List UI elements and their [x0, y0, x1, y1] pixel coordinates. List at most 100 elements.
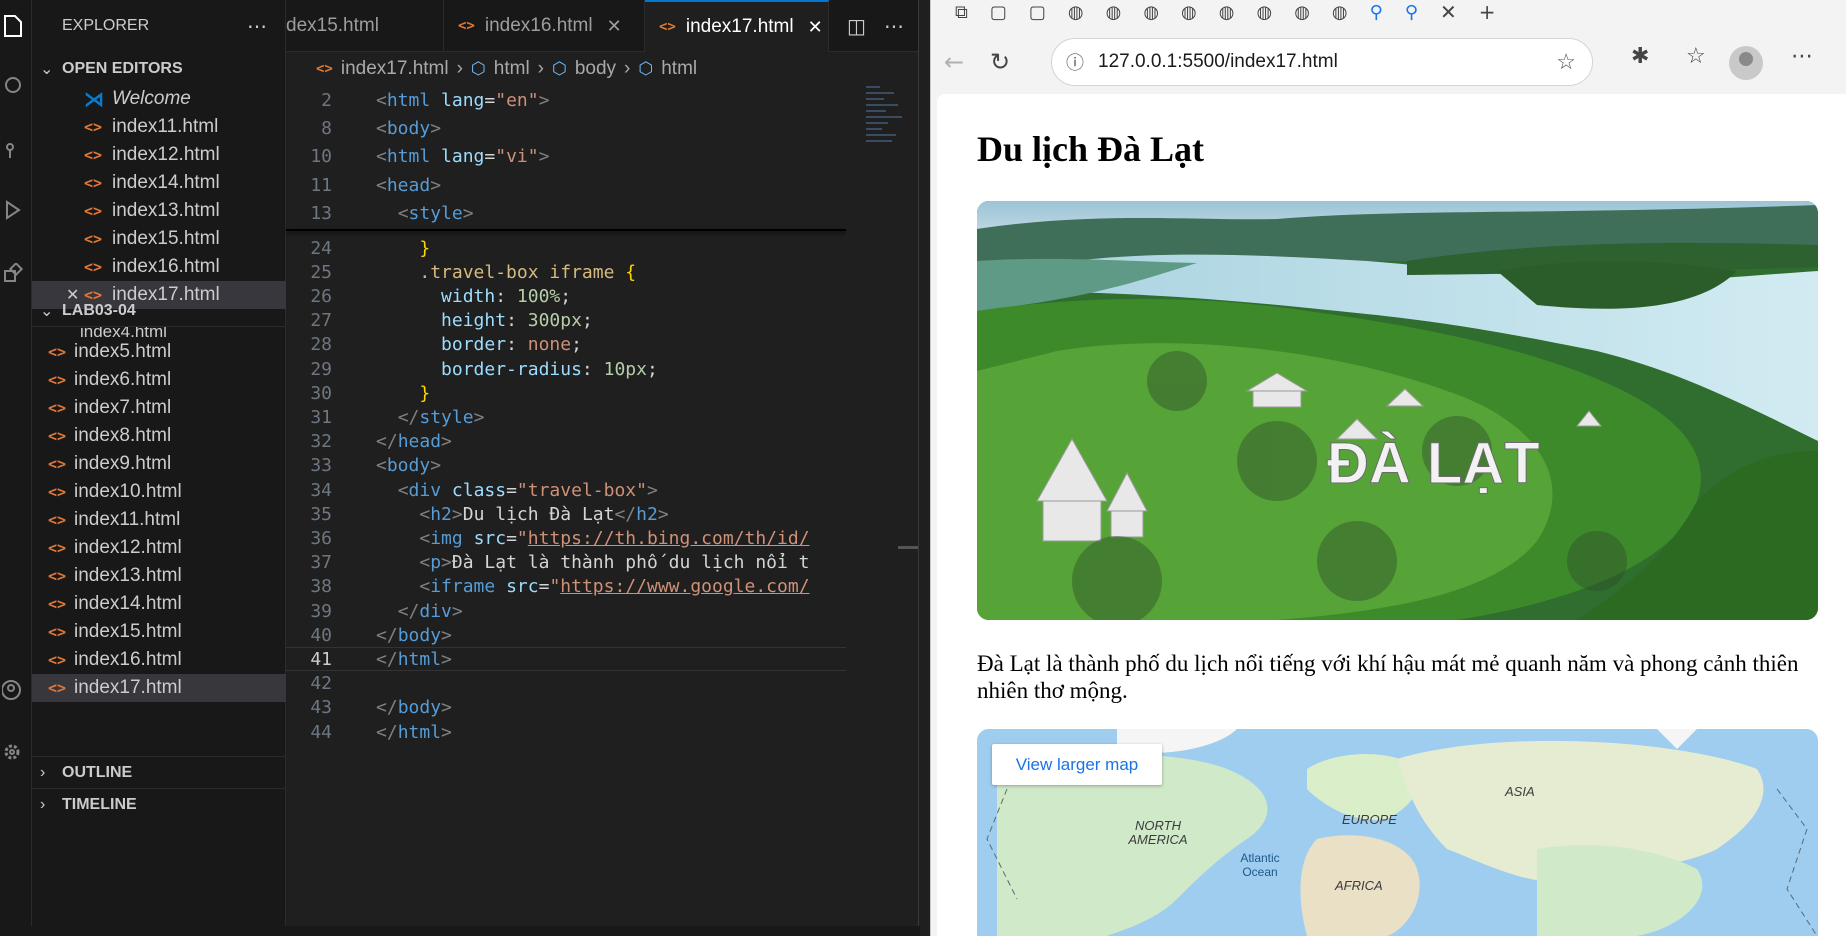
search-tab-icon[interactable]: ⚲: [1405, 2, 1418, 23]
code-line[interactable]: 32 </head>: [286, 430, 846, 454]
close-tab-icon[interactable]: ✕: [1440, 0, 1457, 24]
file-item[interactable]: <> index10.html: [32, 478, 286, 506]
timeline-section[interactable]: › TIMELINE: [32, 788, 286, 820]
code-line[interactable]: 28 border: none;: [286, 333, 846, 357]
more-menu-icon[interactable]: ⋯: [1791, 44, 1813, 69]
code-line[interactable]: 11 <head>: [286, 171, 846, 199]
tab-page-icon[interactable]: ▢: [1029, 2, 1046, 23]
close-icon[interactable]: ✕: [808, 17, 823, 38]
file-item[interactable]: <> index15.html: [32, 618, 286, 646]
code-line[interactable]: 40 </body>: [286, 623, 846, 647]
open-editor-item[interactable]: <> index13.html: [32, 197, 286, 225]
globe-icon[interactable]: ◍: [1294, 2, 1310, 23]
embedded-map[interactable]: View larger map ASIA EUROPE NORTH AMERIC…: [977, 729, 1818, 936]
file-item[interactable]: <> index11.html: [32, 506, 286, 534]
globe-icon[interactable]: ◍: [1106, 2, 1122, 23]
outline-section[interactable]: › OUTLINE: [32, 756, 286, 788]
code-line[interactable]: 10 <html lang="vi">: [286, 143, 846, 171]
code-line[interactable]: 26 width: 100%;: [286, 284, 846, 308]
open-editors-section[interactable]: ⌄ OPEN EDITORS: [32, 53, 286, 85]
code-line[interactable]: 43 </body>: [286, 696, 846, 720]
split-editor-icon[interactable]: ◫: [847, 14, 866, 38]
globe-icon[interactable]: ◍: [1143, 2, 1159, 23]
open-editor-item[interactable]: <> index16.html: [32, 253, 286, 281]
code-line[interactable]: 44 </html>: [286, 720, 846, 744]
code-line[interactable]: 13 <style>: [286, 200, 846, 228]
code-line[interactable]: 41 </html>: [286, 647, 846, 672]
profile-avatar[interactable]: [1729, 46, 1763, 80]
breadcrumb-item[interactable]: html: [494, 58, 530, 80]
breadcrumb-item[interactable]: body: [575, 58, 616, 80]
files-icon[interactable]: [0, 6, 32, 46]
file-item[interactable]: <> index17.html: [32, 674, 286, 702]
window-splitter[interactable]: [918, 0, 930, 936]
code-line[interactable]: 31 </style>: [286, 405, 846, 429]
settings-gear-icon[interactable]: [0, 732, 32, 772]
minimap[interactable]: [846, 86, 906, 846]
globe-icon[interactable]: ◍: [1181, 2, 1197, 23]
run-debug-icon[interactable]: [0, 190, 32, 230]
scrollbar[interactable]: [898, 546, 918, 549]
address-bar[interactable]: ⓘ 127.0.0.1:5500/index17.html ☆: [1051, 38, 1593, 86]
code-line[interactable]: 27 height: 300px;: [286, 309, 846, 333]
open-editor-item[interactable]: <> index14.html: [32, 169, 286, 197]
code-line[interactable]: 2 <html lang="en">: [286, 86, 846, 114]
refresh-icon[interactable]: ↻: [979, 48, 1021, 76]
open-editor-item[interactable]: <> index11.html: [32, 113, 286, 141]
file-item[interactable]: <> index7.html: [32, 394, 286, 422]
code-line[interactable]: 33 <body>: [286, 454, 846, 478]
source-control-icon[interactable]: [0, 130, 32, 170]
code-line[interactable]: 36 <img src="https://th.bing.com/th/id/: [286, 526, 846, 550]
more-actions-icon[interactable]: ⋯: [884, 14, 904, 38]
code-line[interactable]: 30 }: [286, 381, 846, 405]
file-item[interactable]: <> index12.html: [32, 534, 286, 562]
close-icon[interactable]: ✕: [607, 16, 622, 37]
globe-icon[interactable]: ◍: [1332, 2, 1348, 23]
code-line[interactable]: 39 </div>: [286, 599, 846, 623]
code-area[interactable]: 2 <html lang="en"> 8 <body> 10 <html lang="vi…: [286, 86, 846, 846]
tab-actions-icon[interactable]: ⧉: [955, 2, 968, 23]
globe-icon[interactable]: ◍: [1256, 2, 1272, 23]
new-tab-icon[interactable]: +: [1479, 0, 1496, 24]
more-actions-icon[interactable]: ⋯: [247, 14, 267, 39]
view-larger-map-link[interactable]: View larger map: [992, 744, 1162, 785]
favorite-star-icon[interactable]: ☆: [1556, 49, 1576, 75]
code-line[interactable]: 29 border-radius: 10px;: [286, 357, 846, 381]
search-tab-icon[interactable]: ⚲: [1370, 2, 1383, 23]
extensions-puzzle-icon[interactable]: ✱: [1631, 44, 1649, 69]
code-line[interactable]: 35 <h2>Du lịch Đà Lạt</h2>: [286, 502, 846, 526]
tab-index15[interactable]: dex15.html: [286, 0, 444, 52]
globe-icon[interactable]: ◍: [1219, 2, 1235, 23]
file-item[interactable]: <> index13.html: [32, 562, 286, 590]
account-icon[interactable]: [0, 670, 32, 710]
open-editor-item[interactable]: <> index15.html: [32, 225, 286, 253]
open-editor-item[interactable]: <> index12.html: [32, 141, 286, 169]
code-line[interactable]: 24 }: [286, 236, 846, 260]
tab-index17[interactable]: <> index17.html ✕: [645, 0, 829, 52]
open-editor-item[interactable]: ⋊ Welcome: [32, 85, 286, 113]
breadcrumb-item[interactable]: index17.html: [341, 58, 449, 80]
extensions-icon[interactable]: [0, 254, 32, 294]
site-info-icon[interactable]: ⓘ: [1052, 49, 1098, 75]
code-line[interactable]: 37 <p>Đà Lạt là thành phố du lịch nổi t: [286, 551, 846, 575]
file-item[interactable]: <> index9.html: [32, 450, 286, 478]
breadcrumb-item[interactable]: html: [661, 58, 697, 80]
file-item[interactable]: <> index14.html: [32, 590, 286, 618]
search-icon[interactable]: [0, 66, 32, 106]
tab-page-icon[interactable]: ▢: [990, 2, 1007, 23]
file-item[interactable]: <> index8.html: [32, 422, 286, 450]
folder-section[interactable]: ⌄ LAB03-04: [32, 295, 286, 327]
code-line[interactable]: 8 <body>: [286, 114, 846, 142]
file-item-partial[interactable]: index4.html: [32, 327, 286, 337]
globe-icon[interactable]: ◍: [1068, 2, 1084, 23]
file-item[interactable]: <> index5.html: [32, 338, 286, 366]
code-line[interactable]: 25 .travel-box iframe {: [286, 260, 846, 284]
tab-index16[interactable]: <> index16.html ✕: [444, 0, 645, 52]
code-line[interactable]: 38 <iframe src="https://www.google.com/: [286, 575, 846, 599]
code-line[interactable]: 42: [286, 672, 846, 696]
back-arrow-icon[interactable]: ←: [933, 48, 975, 76]
code-line[interactable]: 34 <div class="travel-box">: [286, 478, 846, 502]
favorites-icon[interactable]: ☆: [1686, 44, 1706, 69]
file-item[interactable]: <> index16.html: [32, 646, 286, 674]
file-item[interactable]: <> index6.html: [32, 366, 286, 394]
